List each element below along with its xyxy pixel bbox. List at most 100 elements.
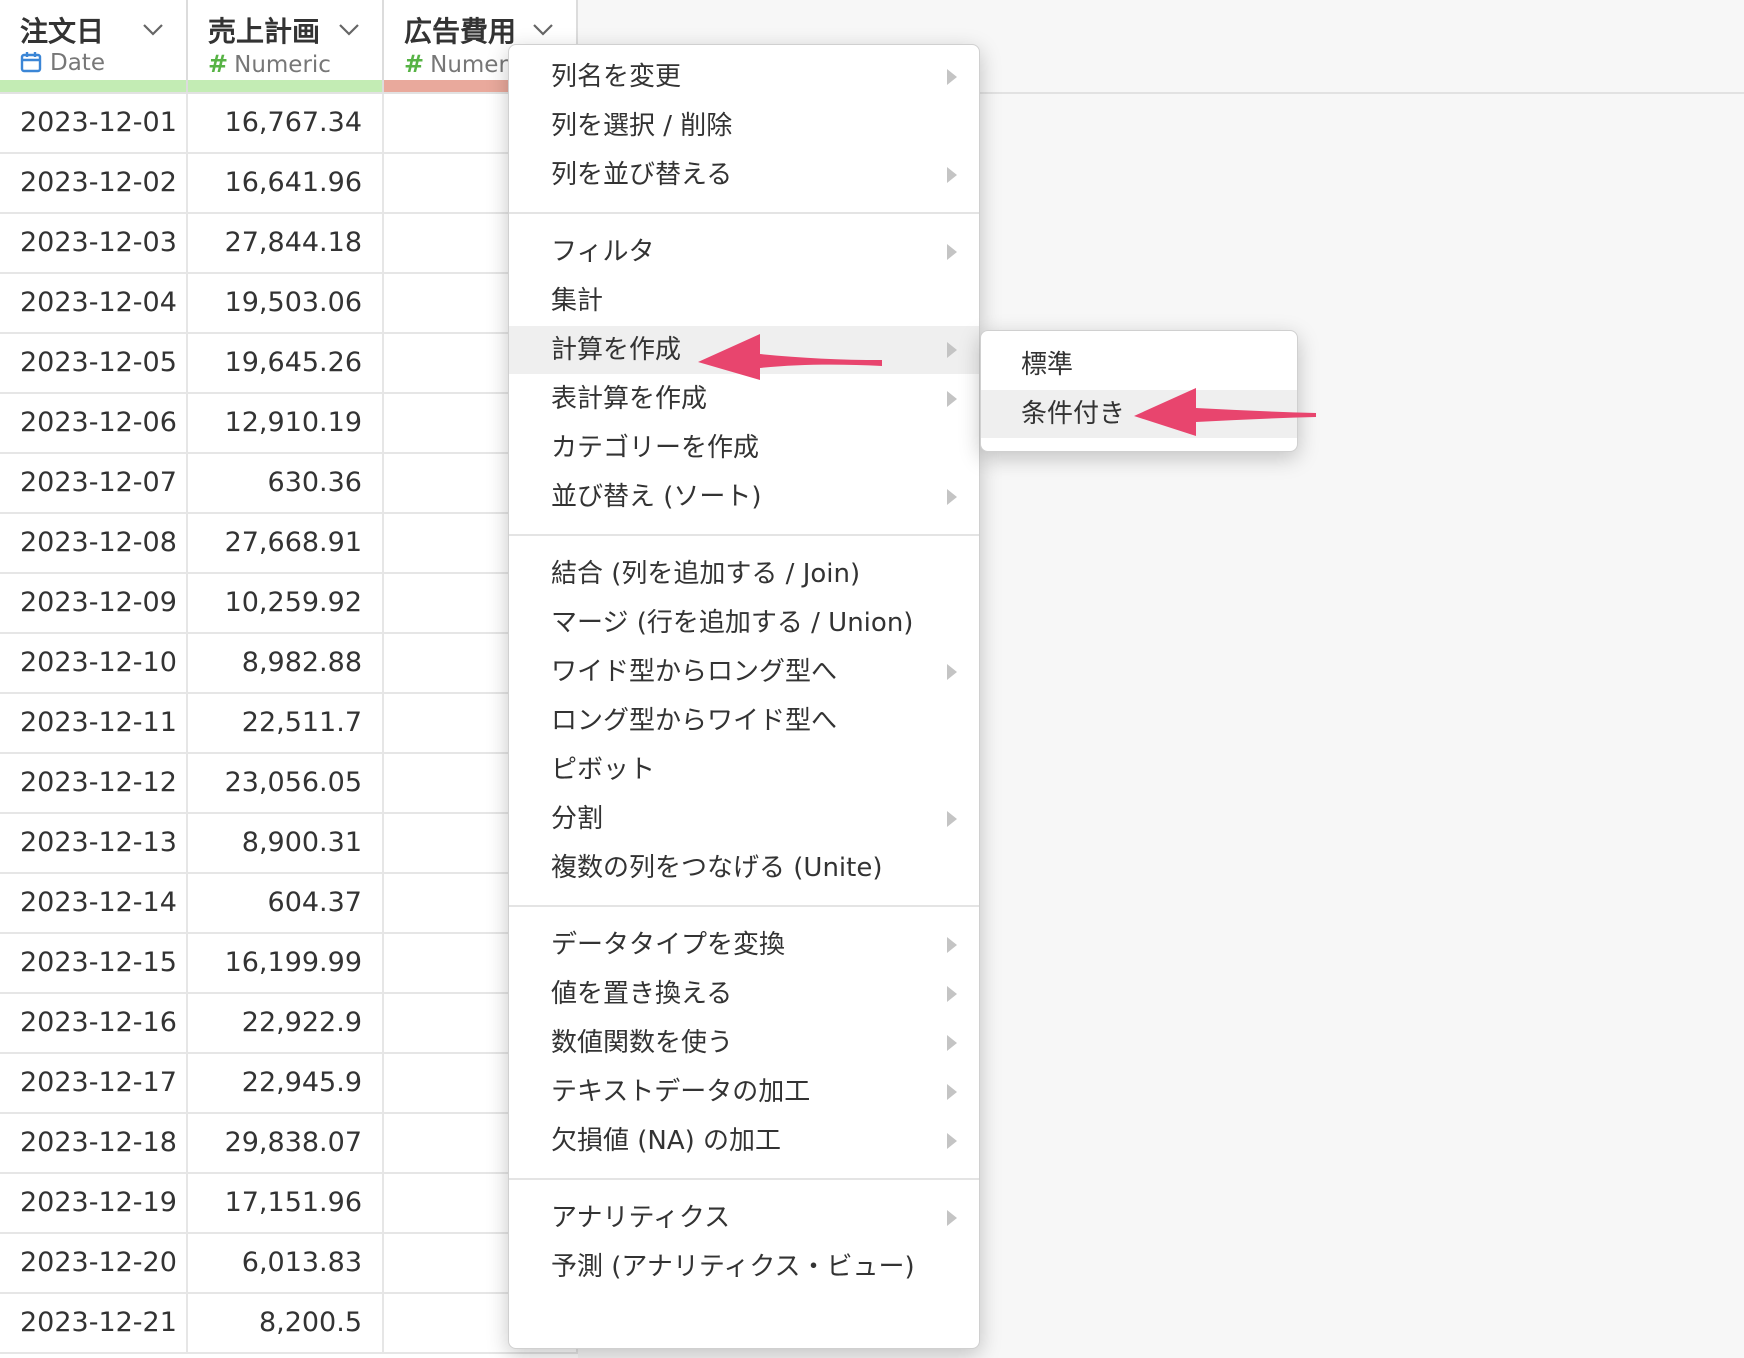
sales-plan-cell[interactable]: 16,641.96 (188, 154, 384, 212)
sales-plan-cell[interactable]: 22,511.7 (188, 694, 384, 752)
menu-item[interactable]: ロング型からワイド型へ (509, 697, 979, 745)
table-row[interactable]: 2023-12-07630.36<N (0, 454, 578, 514)
date-cell[interactable]: 2023-12-17 (0, 1054, 188, 1112)
sales-plan-cell[interactable]: 19,645.26 (188, 334, 384, 392)
date-cell[interactable]: 2023-12-20 (0, 1234, 188, 1292)
menu-item[interactable]: 列を選択 / 削除 (509, 102, 979, 150)
date-cell[interactable]: 2023-12-03 (0, 214, 188, 272)
date-cell[interactable]: 2023-12-15 (0, 934, 188, 992)
table-row[interactable]: 2023-12-1122,511.7<N (0, 694, 578, 754)
sales-plan-cell[interactable]: 16,767.34 (188, 94, 384, 152)
date-cell[interactable]: 2023-12-11 (0, 694, 188, 752)
table-row[interactable]: 2023-12-218,200.5<N (0, 1294, 578, 1354)
column-type-label: Date (50, 50, 105, 76)
date-cell[interactable]: 2023-12-08 (0, 514, 188, 572)
date-cell[interactable]: 2023-12-02 (0, 154, 188, 212)
date-cell[interactable]: 2023-12-21 (0, 1294, 188, 1352)
sales-plan-cell[interactable]: 22,945.9 (188, 1054, 384, 1112)
date-cell[interactable]: 2023-12-04 (0, 274, 188, 332)
date-cell[interactable]: 2023-12-16 (0, 994, 188, 1052)
table-row[interactable]: 2023-12-108,982.88<N (0, 634, 578, 694)
sales-plan-cell[interactable]: 22,922.9 (188, 994, 384, 1052)
submenu-arrow-icon (947, 1084, 957, 1100)
table-row[interactable]: 2023-12-1829,838.07<N (0, 1114, 578, 1174)
table-row[interactable]: 2023-12-0827,668.91<N (0, 514, 578, 574)
table-row[interactable]: 2023-12-1223,056.05<N (0, 754, 578, 814)
sales-plan-cell[interactable]: 19,503.06 (188, 274, 384, 332)
sales-plan-cell[interactable]: 604.37 (188, 874, 384, 932)
table-row[interactable]: 2023-12-206,013.83<N (0, 1234, 578, 1294)
menu-item[interactable]: 値を置き換える (509, 970, 979, 1018)
sales-plan-cell[interactable]: 8,200.5 (188, 1294, 384, 1352)
column-header-sales-plan[interactable]: 売上計画 # Numeric (188, 0, 384, 92)
menu-item[interactable]: 並び替え (ソート) (509, 473, 979, 521)
menu-item[interactable]: 結合 (列を追加する / Join) (509, 550, 979, 598)
column-header-order-date[interactable]: 注文日 Date (0, 0, 188, 92)
sales-plan-cell[interactable]: 27,844.18 (188, 214, 384, 272)
date-cell[interactable]: 2023-12-09 (0, 574, 188, 632)
chevron-down-icon[interactable] (334, 14, 364, 44)
menu-item-label: 分割 (551, 804, 604, 834)
table-row[interactable]: 2023-12-0116,767.34<N (0, 94, 578, 154)
menu-item[interactable]: 数値関数を使う (509, 1019, 979, 1067)
sales-plan-cell[interactable]: 10,259.92 (188, 574, 384, 632)
menu-item[interactable]: フィルタ (509, 228, 979, 276)
table-row[interactable]: 2023-12-0216,641.96<N (0, 154, 578, 214)
menu-item[interactable]: マージ (行を追加する / Union) (509, 599, 979, 647)
menu-item[interactable]: 分割 (509, 795, 979, 843)
date-cell[interactable]: 2023-12-06 (0, 394, 188, 452)
menu-item[interactable]: ピボット (509, 746, 979, 794)
sales-plan-cell[interactable]: 17,151.96 (188, 1174, 384, 1232)
menu-item[interactable]: 欠損値 (NA) の加工 (509, 1117, 979, 1165)
menu-item-label: 列を選択 / 削除 (551, 111, 733, 141)
chevron-down-icon[interactable] (528, 14, 558, 44)
table-row[interactable]: 2023-12-1722,945.9<N (0, 1054, 578, 1114)
menu-item[interactable]: 予測 (アナリティクス・ビュー) (509, 1243, 979, 1291)
submenu-arrow-icon (947, 489, 957, 505)
hash-icon: # (404, 50, 425, 78)
table-row[interactable]: 2023-12-0519,645.26<N (0, 334, 578, 394)
date-cell[interactable]: 2023-12-18 (0, 1114, 188, 1172)
sales-plan-cell[interactable]: 16,199.99 (188, 934, 384, 992)
date-cell[interactable]: 2023-12-01 (0, 94, 188, 152)
table-row[interactable]: 2023-12-0910,259.92<N (0, 574, 578, 634)
date-cell[interactable]: 2023-12-12 (0, 754, 188, 812)
sales-plan-cell[interactable]: 12,910.19 (188, 394, 384, 452)
menu-item[interactable]: 列名を変更 (509, 53, 979, 101)
sales-plan-cell[interactable]: 8,982.88 (188, 634, 384, 692)
sales-plan-cell[interactable]: 8,900.31 (188, 814, 384, 872)
menu-item[interactable]: 集計 (509, 277, 979, 325)
submenu-arrow-icon (947, 167, 957, 183)
menu-item-label: 表計算を作成 (551, 384, 708, 414)
date-cell[interactable]: 2023-12-10 (0, 634, 188, 692)
date-cell[interactable]: 2023-12-05 (0, 334, 188, 392)
sales-plan-cell[interactable]: 6,013.83 (188, 1234, 384, 1292)
date-cell[interactable]: 2023-12-13 (0, 814, 188, 872)
submenu-arrow-icon (947, 1133, 957, 1149)
table-row[interactable]: 2023-12-0327,844.18<N (0, 214, 578, 274)
table-row[interactable]: 2023-12-1622,922.9<N (0, 994, 578, 1054)
menu-item[interactable]: アナリティクス (509, 1194, 979, 1242)
table-row[interactable]: 2023-12-0612,910.19<N (0, 394, 578, 454)
date-cell[interactable]: 2023-12-07 (0, 454, 188, 512)
sales-plan-cell[interactable]: 23,056.05 (188, 754, 384, 812)
menu-item[interactable]: データタイプを変換 (509, 921, 979, 969)
table-row[interactable]: 2023-12-14604.37<N (0, 874, 578, 934)
sales-plan-cell[interactable]: 29,838.07 (188, 1114, 384, 1172)
chevron-down-icon[interactable] (138, 14, 168, 44)
date-cell[interactable]: 2023-12-19 (0, 1174, 188, 1232)
menu-item-label: 複数の列をつなげる (Unite) (551, 853, 883, 883)
table-row[interactable]: 2023-12-1917,151.96<N (0, 1174, 578, 1234)
sales-plan-cell[interactable]: 27,668.91 (188, 514, 384, 572)
menu-item[interactable]: 複数の列をつなげる (Unite) (509, 844, 979, 892)
table-row[interactable]: 2023-12-138,900.31<N (0, 814, 578, 874)
menu-item[interactable]: ワイド型からロング型へ (509, 648, 979, 696)
menu-item-label: 並び替え (ソート) (551, 482, 762, 512)
menu-item[interactable]: 列を並び替える (509, 151, 979, 199)
date-cell[interactable]: 2023-12-14 (0, 874, 188, 932)
table-row[interactable]: 2023-12-1516,199.99<N (0, 934, 578, 994)
table-row[interactable]: 2023-12-0419,503.06<N (0, 274, 578, 334)
sales-plan-cell[interactable]: 630.36 (188, 454, 384, 512)
menu-item[interactable]: テキストデータの加工 (509, 1068, 979, 1116)
menu-item[interactable]: カテゴリーを作成 (509, 424, 979, 472)
